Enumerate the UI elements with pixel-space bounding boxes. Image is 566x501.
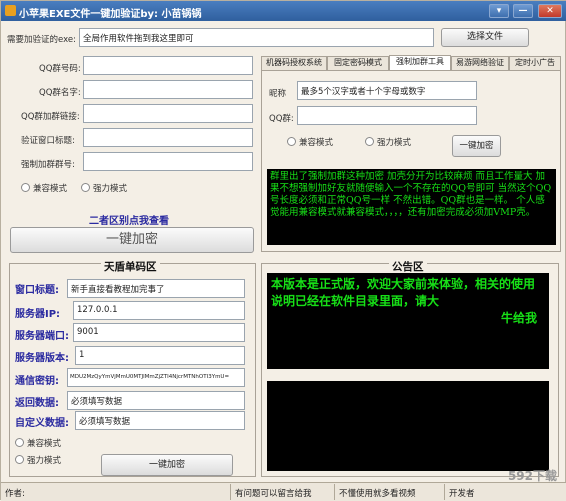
custom-data-label: 自定义数据:	[15, 418, 69, 429]
comm-key-input[interactable]: MDU2MzQyYmVjMmU0MTJlMmZjZTI4NjcrMTNhOTI3…	[67, 368, 245, 387]
tab-timed-ad[interactable]: 定时小广告	[509, 56, 561, 70]
qq-group-name-label: QQ群名字:	[39, 88, 81, 98]
qq-group-link-label: QQ群加群链接:	[21, 112, 80, 122]
notice-text-2: 牛给我	[500, 311, 537, 325]
return-data-input[interactable]: 必须填写数据	[67, 391, 245, 410]
minimize-button[interactable]: —	[513, 4, 533, 18]
server-port-input[interactable]: 9001	[73, 323, 245, 342]
radio-circle-icon	[81, 183, 90, 192]
window-title-input[interactable]: 新手直接看教程加完事了	[67, 279, 245, 298]
qq-group-link-input[interactable]	[83, 104, 253, 123]
main-window: 小苹果EXE文件一键加验证by: 小苗锅锅 ▾ — ✕ 需要加验证的exe: 全…	[0, 0, 566, 501]
log-console	[267, 381, 549, 471]
force-join-label: 强制加群群号:	[21, 160, 75, 170]
radio-compat-mode-3[interactable]: 兼容模式	[15, 437, 61, 449]
server-version-label: 服务器版本:	[15, 353, 69, 364]
difference-link[interactable]: 二者区别点我查看	[89, 212, 169, 227]
status-hint: 不懂使用就多看视频	[335, 484, 445, 500]
title-bar: 小苹果EXE文件一键加验证by: 小苗锅锅 ▾ — ✕	[1, 1, 566, 21]
encrypt-button-main[interactable]: 一键加密	[10, 227, 254, 253]
status-dev: 开发者	[449, 489, 475, 499]
tab-fixed-password[interactable]: 固定密码模式	[327, 56, 389, 70]
app-icon	[5, 5, 16, 16]
tab-bar: 机器码授权系统 固定密码模式 强制加群工具 易游网络验证 定时小广告	[261, 55, 561, 70]
notice-console: 本版本是正式版，欢迎大家前来体验，相关的使用说明已经在软件目录里面，请大 牛给我	[267, 273, 549, 369]
qq-group-number-label: QQ群号码:	[39, 64, 81, 74]
server-port-label: 服务器端口:	[15, 331, 69, 342]
custom-data-input[interactable]: 必须填写数据	[75, 411, 245, 430]
status-message: 有问题可以留言给我	[231, 484, 335, 500]
server-ip-input[interactable]: 127.0.0.1	[73, 301, 245, 320]
comm-key-label: 通信密钥:	[15, 376, 59, 387]
notice-title: 公告区	[389, 259, 427, 274]
verify-title-input[interactable]	[83, 128, 253, 147]
radio-circle-icon	[287, 137, 296, 146]
qq-group-name-input[interactable]	[83, 80, 253, 99]
radio-strong-mode-3[interactable]: 强力模式	[15, 454, 61, 466]
close-button[interactable]: ✕	[538, 4, 562, 18]
qq-group-number-input[interactable]	[83, 56, 253, 75]
tab-force-join[interactable]: 强制加群工具	[389, 55, 451, 70]
radio-circle-icon	[15, 438, 24, 447]
radio-strong-mode-2[interactable]: 强力模式	[365, 136, 411, 148]
exe-label: 需要加验证的exe:	[7, 35, 76, 45]
server-ip-label: 服务器IP:	[15, 309, 61, 320]
status-author: 作者:	[1, 484, 231, 500]
tab-machine-code[interactable]: 机器码授权系统	[261, 56, 327, 70]
encrypt-button-tab[interactable]: 一键加密	[452, 135, 501, 157]
encrypt-button-tiandun[interactable]: 一键加密	[101, 454, 233, 476]
info-console: 群里出了强制加群这种加密 加壳分开为比较麻烦 而且工作量大 加果不想强制加好友就…	[267, 169, 556, 245]
notice-text: 本版本是正式版，欢迎大家前来体验，相关的使用说明已经在软件目录里面，请大	[271, 277, 536, 308]
verify-title-label: 验证窗口标题:	[21, 136, 75, 146]
server-version-input[interactable]: 1	[75, 346, 245, 365]
tiandun-title: 天盾单码区	[101, 259, 160, 274]
nickname-label: 昵称	[269, 89, 287, 99]
skin-button[interactable]: ▾	[489, 4, 509, 18]
window-title-label: 窗口标题:	[15, 285, 59, 296]
window-title: 小苹果EXE文件一键加验证by: 小苗锅锅	[19, 9, 202, 20]
qq-group-label: QQ群:	[269, 114, 294, 124]
select-file-button[interactable]: 选择文件	[441, 28, 529, 47]
radio-circle-icon	[21, 183, 30, 192]
status-bar: 作者: 有问题可以留言给我 不懂使用就多看视频 开发者	[1, 482, 566, 501]
return-data-label: 返回数据:	[15, 398, 59, 409]
exe-path-input[interactable]: 全局作用软件拖到我这里即可	[79, 28, 434, 47]
force-join-input[interactable]	[83, 152, 253, 171]
qq-group-input[interactable]	[297, 106, 477, 125]
nickname-input[interactable]: 最多5个汉字或者十个字母或数字	[297, 81, 477, 100]
radio-circle-icon	[15, 455, 24, 464]
tab-yiyou-verify[interactable]: 易游网络验证	[451, 56, 509, 70]
radio-circle-icon	[365, 137, 374, 146]
radio-strong-mode[interactable]: 强力模式	[81, 182, 127, 194]
radio-compat-mode-2[interactable]: 兼容模式	[287, 136, 333, 148]
radio-compat-mode[interactable]: 兼容模式	[21, 182, 67, 194]
